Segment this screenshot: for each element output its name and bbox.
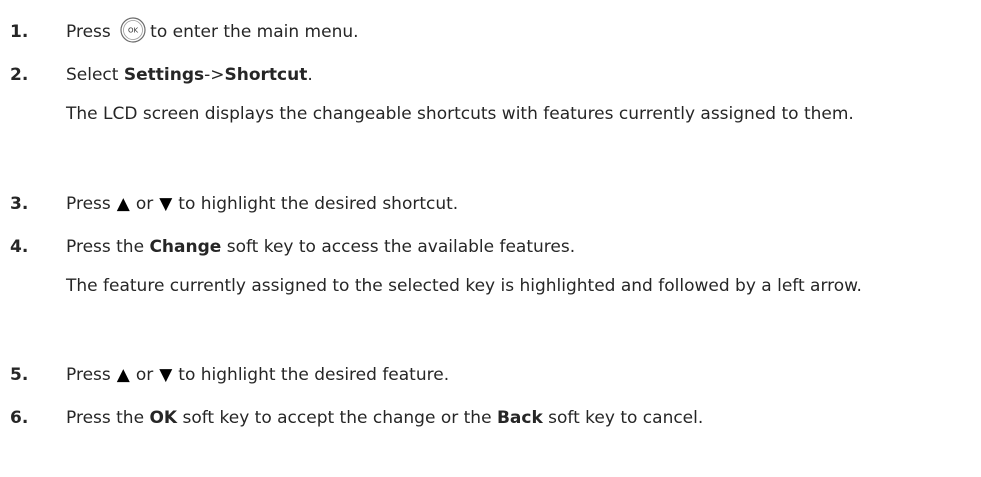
- step-number: 3.: [10, 194, 29, 214]
- step-text-pre: Press the: [66, 237, 145, 257]
- step-number: 5.: [10, 365, 29, 385]
- svg-text:OK: OK: [128, 27, 139, 35]
- step-text-post: .: [307, 65, 313, 85]
- step-text-pre: Select: [66, 65, 119, 85]
- step-text-post: to enter the main menu.: [150, 22, 359, 42]
- step-number: 4.: [10, 237, 29, 257]
- up-arrow-icon: ▲: [116, 194, 130, 214]
- step-text: Press the Change soft key to access the …: [66, 235, 575, 259]
- back-soft-key: Back: [496, 408, 543, 428]
- or-text: or: [135, 194, 154, 214]
- or-text: or: [135, 365, 154, 385]
- up-arrow-icon: ▲: [116, 365, 130, 385]
- menu-settings: Settings: [123, 65, 205, 85]
- step-text-pre: Press: [66, 194, 111, 214]
- down-arrow-icon: ▼: [159, 365, 173, 385]
- step-number: 2.: [10, 65, 29, 85]
- step-4-note: The feature currently assigned to the se…: [66, 276, 862, 296]
- menu-separator: ->: [204, 65, 225, 85]
- step-text-pre: Press: [66, 365, 111, 385]
- step-text-post: soft key to cancel.: [548, 408, 704, 428]
- down-arrow-icon: ▼: [159, 194, 173, 214]
- step-text: Press OK to enter the main menu.: [66, 17, 359, 44]
- menu-shortcut: Shortcut: [224, 65, 308, 85]
- step-text: Select Settings->Shortcut.: [66, 63, 313, 87]
- step-text: Press ▲ or ▼ to highlight the desired featur…: [66, 363, 449, 387]
- step-number: 6.: [10, 408, 29, 428]
- ok-key-icon: OK: [120, 17, 146, 43]
- step-text: Press ▲ or ▼ to highlight the desired shortc…: [66, 192, 458, 216]
- step-2-note: The LCD screen displays the changeable s…: [66, 104, 854, 124]
- step-text-mid: soft key to accept the change or the: [182, 408, 492, 428]
- step-text-pre: Press: [66, 22, 111, 42]
- step-text-post: to highlight the desired feature.: [178, 365, 450, 385]
- step-text-post: to highlight the desired shortcut.: [178, 194, 459, 214]
- step-number: 1.: [10, 22, 29, 42]
- ok-soft-key: OK: [149, 408, 178, 428]
- change-soft-key: Change: [149, 237, 222, 257]
- step-text: Press the OK soft key to accept the chan…: [66, 406, 703, 430]
- step-text-post: soft key to access the available feature…: [226, 237, 576, 257]
- step-text-pre: Press the: [66, 408, 145, 428]
- instruction-document: 1. Press OK to enter the main menu. 2. S…: [0, 0, 981, 477]
